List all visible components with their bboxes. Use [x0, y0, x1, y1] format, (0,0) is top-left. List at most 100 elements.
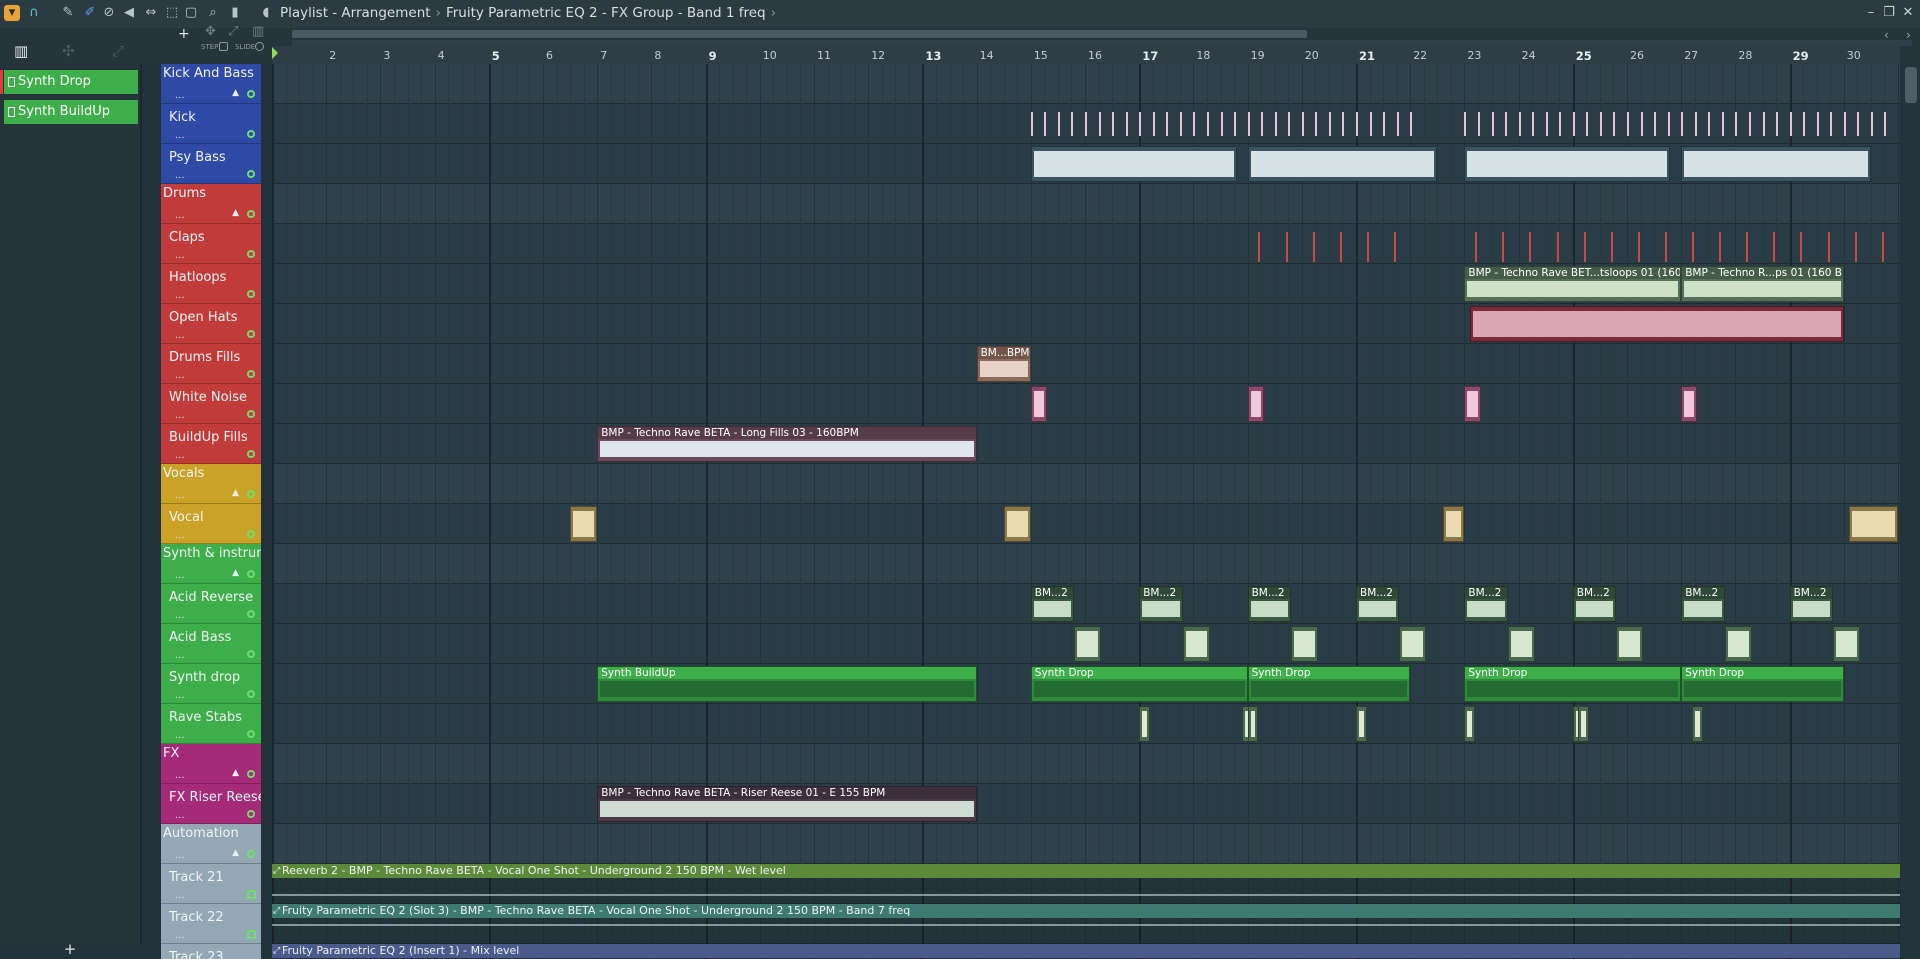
automation-clip[interactable]: Reeverb 2 - BMP - Techno Rave BETA - Voc… [272, 864, 1900, 904]
track-name[interactable]: Open Hats [169, 310, 237, 325]
kick-hit[interactable] [1057, 112, 1060, 136]
track-options-icon[interactable]: ... [175, 250, 185, 261]
track-enable-led[interactable] [247, 370, 255, 378]
track-header[interactable]: Synth drop... [161, 664, 261, 704]
track-enable-led[interactable] [247, 690, 255, 698]
horizontal-scrollbar[interactable] [292, 30, 1307, 38]
acid-reverse-clip[interactable]: BM...2 [1139, 586, 1183, 622]
kick-hit[interactable] [1654, 112, 1657, 136]
buildup-fills-clip[interactable]: BMP - Techno Rave BETA - Long Fills 03 -… [597, 426, 977, 462]
track-options-icon[interactable]: ... [175, 810, 185, 821]
track-options-icon[interactable]: ... [175, 650, 185, 661]
picker-add-button[interactable]: + [0, 940, 140, 959]
track-enable-led[interactable] [247, 530, 255, 538]
timeline-ruler[interactable]: 2 3 4 5 6 7 8 9 10 11 12 13 14 15 16 17 18 19 20 21 22 23 24 25… [272, 46, 1900, 64]
kick-hit[interactable] [1857, 112, 1860, 136]
acid-reverse-clip[interactable]: BM...2 [1572, 586, 1617, 622]
track-name[interactable]: Kick And Bass [163, 66, 254, 81]
audio-clip-icon[interactable]: ✣ [62, 42, 75, 60]
track-options-icon[interactable]: ... [175, 170, 185, 181]
kick-hit[interactable] [1383, 112, 1386, 136]
bass-clip[interactable] [1247, 146, 1438, 182]
acid-bass-clip[interactable] [1290, 626, 1319, 662]
automation-clip-icon[interactable]: ⤢ [112, 42, 124, 60]
kick-hit[interactable] [1789, 112, 1792, 136]
track-options-icon[interactable]: ... [175, 330, 185, 341]
picker-item-synth-buildup[interactable]: Synth BuildUp [4, 100, 138, 124]
bass-clip[interactable] [1681, 146, 1871, 182]
track-header[interactable]: Hatloops... [161, 264, 261, 304]
vertical-scrollbar[interactable] [1902, 64, 1920, 959]
track-enable-led[interactable] [247, 210, 255, 218]
kick-hit[interactable] [1085, 112, 1087, 136]
kick-hit[interactable] [1708, 112, 1711, 136]
kick-hit[interactable] [1803, 112, 1806, 136]
track-enable-led[interactable] [247, 170, 255, 178]
clap-hit[interactable] [1610, 232, 1613, 262]
track-options-icon[interactable]: ... [175, 890, 185, 901]
track-name[interactable]: Track 21 [169, 870, 224, 885]
kick-hit[interactable] [1830, 112, 1833, 136]
song-position-marker[interactable] [272, 47, 278, 59]
track-enable-led[interactable] [247, 490, 255, 498]
piano-roll-icon[interactable]: ▥ [14, 42, 28, 60]
track-name[interactable]: Acid Bass [169, 630, 231, 645]
kick-hit[interactable] [1315, 112, 1318, 136]
clap-hit[interactable] [1556, 232, 1559, 262]
acid-bass-clip[interactable] [1182, 626, 1210, 662]
collapse-arrow-icon[interactable]: ▲ [232, 568, 239, 578]
clap-hit[interactable] [1285, 232, 1288, 262]
collapse-arrow-icon[interactable]: ▲ [232, 208, 239, 218]
acid-bass-clip[interactable] [1616, 626, 1644, 662]
synth-drop-pattern[interactable]: Synth Drop [1464, 666, 1682, 702]
link-tool-icon[interactable]: ⤢ [228, 24, 238, 39]
track-options-icon[interactable]: ... [175, 130, 185, 141]
kick-hit[interactable] [1477, 112, 1480, 136]
clap-hit[interactable] [1502, 232, 1505, 262]
track-header[interactable]: Acid Reverse... [161, 584, 261, 624]
track-enable-led[interactable] [247, 650, 255, 658]
acid-reverse-clip[interactable]: BM...2 [1247, 586, 1291, 622]
kick-hit[interactable] [1816, 112, 1819, 136]
collapse-arrow-icon[interactable]: ▲ [232, 88, 239, 98]
kick-hit[interactable] [1179, 112, 1182, 136]
kick-hit[interactable] [1301, 112, 1304, 136]
fit-icon[interactable]: ▢ [183, 5, 199, 21]
speaker-icon[interactable]: ◖ [258, 5, 274, 21]
clap-hit[interactable] [1366, 232, 1369, 262]
kick-hit[interactable] [1071, 112, 1074, 136]
kick-hit[interactable] [1247, 112, 1250, 136]
track-options-icon[interactable]: ... [175, 290, 185, 301]
clap-hit[interactable] [1746, 232, 1749, 262]
track-name[interactable]: Track 23 [169, 950, 224, 959]
track-header[interactable]: Kick... [161, 104, 261, 144]
snap-tool-icon[interactable]: ✥ [205, 24, 216, 39]
rave-stab-clip[interactable] [1578, 706, 1590, 742]
track-header[interactable]: Track 22... [161, 904, 261, 944]
clap-hit[interactable] [1773, 232, 1776, 262]
track-header[interactable]: BuildUp Fills... [161, 424, 261, 464]
track-enable-led[interactable] [247, 450, 255, 458]
kick-hit[interactable] [1559, 112, 1562, 136]
kick-hit[interactable] [1491, 112, 1494, 136]
track-header[interactable]: FX... ▲ [161, 744, 261, 784]
track-enable-led[interactable] [247, 250, 255, 258]
track-name[interactable]: White Noise [169, 390, 247, 405]
clap-hit[interactable] [1312, 232, 1315, 262]
bass-clip[interactable] [1030, 146, 1237, 182]
acid-reverse-clip[interactable]: BM...2 [1789, 586, 1833, 622]
kick-hit[interactable] [1125, 112, 1128, 136]
vocal-clip[interactable] [1442, 506, 1465, 542]
rave-stab-clip[interactable] [1139, 706, 1151, 742]
track-header[interactable]: White Noise... [161, 384, 261, 424]
clap-hit[interactable] [1854, 232, 1857, 262]
kick-hit[interactable] [1369, 112, 1372, 136]
white-noise-clip[interactable] [1464, 386, 1481, 422]
kick-hit[interactable] [1572, 112, 1575, 136]
kick-hit[interactable] [1667, 112, 1670, 136]
kick-hit[interactable] [1396, 112, 1399, 136]
track-options-icon[interactable]: ... [175, 690, 185, 701]
clap-hit[interactable] [1475, 232, 1478, 262]
track-header[interactable]: Rave Stabs... [161, 704, 261, 744]
collapse-arrow-icon[interactable]: ▲ [232, 488, 239, 498]
